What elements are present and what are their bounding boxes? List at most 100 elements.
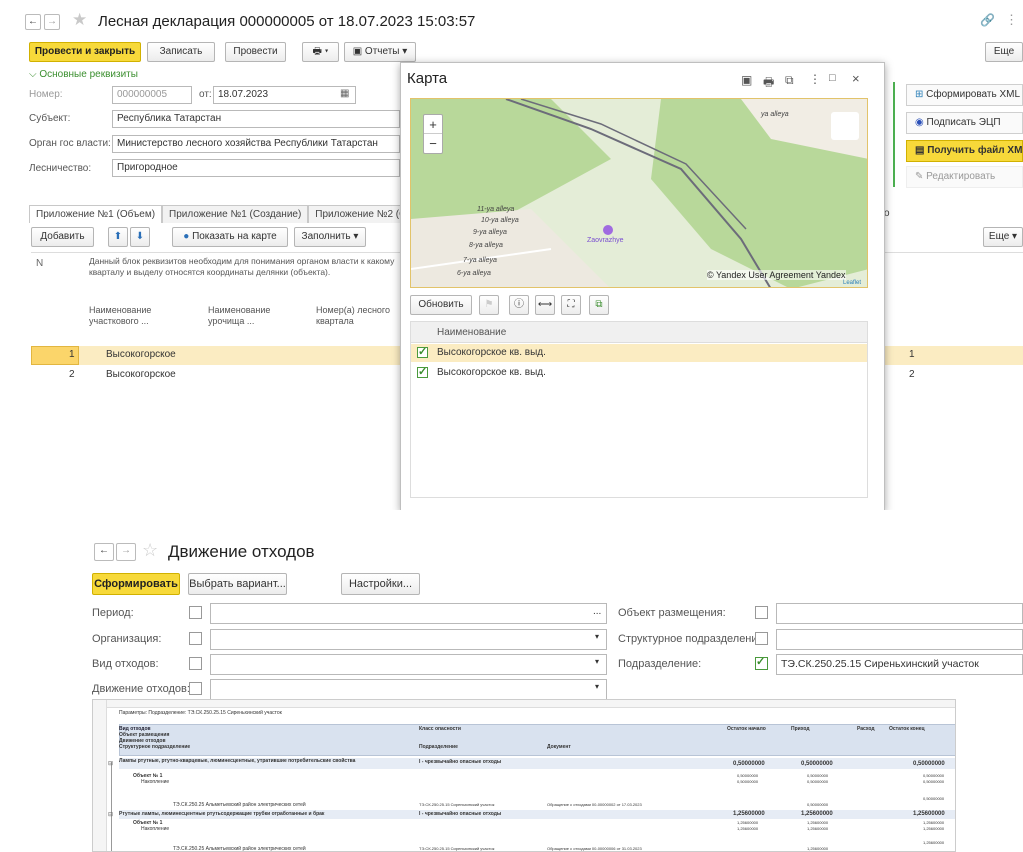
number-field[interactable]: 000000005 [112, 86, 192, 104]
reports-label: Отчеты [364, 46, 400, 57]
more-button[interactable]: Еще [985, 42, 1023, 62]
leaflet-link[interactable]: Leaflet [843, 280, 861, 286]
item-checkbox[interactable] [417, 345, 428, 358]
org-checkbox[interactable] [189, 632, 202, 645]
collapse-icon[interactable]: ⊟ [108, 811, 113, 818]
section-header[interactable]: ⌵ Основные реквизиты [29, 69, 138, 80]
info-icon[interactable]: ⓘ [509, 295, 529, 315]
line-end: 0,50000000 [923, 779, 945, 784]
map-label: 8-ya alleya [469, 242, 503, 249]
post-button[interactable]: Провести [225, 42, 286, 62]
placement-field[interactable] [776, 603, 1023, 624]
sign-button[interactable]: ◉ Подписать ЭЦП [906, 112, 1023, 134]
period-checkbox[interactable] [189, 606, 202, 619]
map-label: 11-ya alleya [477, 206, 515, 213]
link-icon[interactable]: 🔗 [980, 13, 995, 27]
zoom-in-button[interactable]: + [424, 115, 442, 134]
export-icon[interactable]: ⧉ [589, 295, 609, 315]
map-attribution[interactable]: © Yandex User Agreement Yandex [707, 270, 846, 280]
edit-button[interactable]: ✎ Редактировать [906, 166, 1023, 188]
move-up-icon[interactable]: ⬆ [108, 227, 128, 247]
waste-type-label: Вид отходов: [92, 658, 159, 670]
grid-col-quarter: Номер(а) лесного квартала [316, 305, 391, 326]
line-in: 1,25600000 [807, 826, 829, 831]
back-arrow-icon[interactable]: ← [25, 14, 41, 30]
star-icon[interactable]: ☆ [142, 540, 158, 561]
pencil-icon: ✎ [915, 171, 927, 182]
waste-type-field[interactable] [210, 654, 607, 675]
fullscreen-icon[interactable]: ⛶ [561, 295, 581, 315]
dropdown-icon[interactable]: ▾ [595, 682, 599, 691]
post-close-button[interactable]: Провести и закрыть [29, 42, 141, 62]
more-vertical-icon[interactable]: ⋮ [809, 72, 821, 86]
collapse-icon[interactable]: ⊟ [108, 760, 113, 767]
zoom-out-button[interactable]: − [424, 134, 442, 153]
show-on-map-button[interactable]: ● Показать на карте [172, 227, 288, 247]
subject-field[interactable]: Республика Татарстан [112, 110, 400, 128]
add-button[interactable]: Добавить [31, 227, 94, 247]
forestry-field[interactable]: Пригородное [112, 159, 400, 177]
reports-button[interactable]: ▣ Отчеты ▾ [344, 42, 416, 62]
fill-button[interactable]: Заполнить ▾ [294, 227, 366, 247]
list-item-label: Высокогорское кв. выд. [437, 347, 546, 358]
get-xml-file-button[interactable]: ▤ Получить файл XML [906, 140, 1023, 162]
division-checkbox[interactable] [755, 655, 768, 670]
preview-icon[interactable]: ⧉ [785, 73, 794, 88]
placement-checkbox[interactable] [755, 606, 768, 619]
select-variant-button[interactable]: Выбрать вариант... [188, 573, 287, 595]
org-field[interactable] [210, 629, 607, 650]
structural-checkbox[interactable] [755, 632, 768, 645]
report-row-header [93, 700, 107, 851]
line-class: ТЭ.СК.250.25.15 Сиреньхинский участок [419, 802, 495, 807]
row-number: 1 [69, 349, 75, 360]
calendar-icon[interactable]: ▦ [340, 88, 349, 99]
structural-label: Структурное подразделение: [618, 633, 767, 645]
save-button[interactable]: Записать [147, 42, 215, 62]
tab-appendix1-create[interactable]: Приложение №1 (Создание) [162, 205, 309, 223]
settings-button[interactable]: Настройки... [341, 573, 420, 595]
star-icon[interactable]: ★ [72, 10, 87, 30]
move-down-icon[interactable]: ⬇ [130, 227, 150, 247]
authority-field[interactable]: Министерство лесного хозяйства Республик… [112, 135, 400, 153]
period-field[interactable] [210, 603, 607, 624]
dialog-title: Карта [407, 70, 448, 87]
generate-xml-button[interactable]: ⊞ Сформировать XML [906, 84, 1023, 106]
subheader-document: Документ [547, 744, 571, 750]
close-icon[interactable]: × [852, 71, 860, 86]
movement-field[interactable] [210, 679, 607, 700]
grid-more-button[interactable]: Еще ▾ [983, 227, 1023, 247]
item-checkbox[interactable] [417, 365, 428, 378]
print-button[interactable]: 🖶 ▾ [302, 42, 339, 62]
structural-field[interactable] [776, 629, 1023, 650]
back-arrow-icon[interactable]: ← [94, 543, 114, 561]
flag-icon[interactable]: ⚑ [479, 295, 499, 315]
line-in: 0,50000000 [801, 761, 833, 767]
refresh-button[interactable]: Обновить [410, 295, 472, 315]
signature-icon: ◉ [915, 117, 927, 128]
report-spreadsheet[interactable]: Параметры: Подразделение: ТЭ.СК.250.25.1… [92, 699, 956, 852]
forward-arrow-icon[interactable]: → [44, 14, 60, 30]
dropdown-icon[interactable]: ▾ [595, 632, 599, 641]
waste-type-checkbox[interactable] [189, 657, 202, 670]
line-end: 1,25600000 [913, 811, 945, 817]
subheader-division: Подразделение [419, 744, 458, 750]
division-field[interactable]: ТЭ.СК.250.25.15 Сиреньхинский участок [776, 654, 1023, 675]
row-right-value: 2 [909, 369, 915, 380]
movement-checkbox[interactable] [189, 682, 202, 695]
save-icon[interactable]: ▣ [741, 73, 752, 87]
print-icon[interactable]: 🖶 [763, 73, 774, 94]
period-dots-button[interactable]: ... [593, 606, 601, 617]
dropdown-icon[interactable]: ▾ [595, 657, 599, 666]
maximize-icon[interactable]: □ [829, 72, 836, 84]
more-vertical-icon[interactable]: ⋮ [1005, 12, 1018, 28]
layers-button[interactable] [831, 112, 859, 140]
map-view[interactable]: 11-ya alleya 10-ya alleya 9-ya alleya 8-… [410, 98, 868, 288]
number-label: Номер: [29, 89, 63, 100]
generate-button[interactable]: Сформировать [92, 573, 180, 595]
forward-arrow-icon[interactable]: → [116, 543, 136, 561]
row-name: Высокогорское [106, 369, 176, 380]
grid-col-tract: Наименование урочища ... [208, 305, 271, 326]
fit-width-icon[interactable]: ⟷ [535, 295, 555, 315]
tab-appendix1-volume[interactable]: Приложение №1 (Объем) [29, 205, 163, 223]
date-field[interactable]: 18.07.2023 [213, 86, 356, 104]
